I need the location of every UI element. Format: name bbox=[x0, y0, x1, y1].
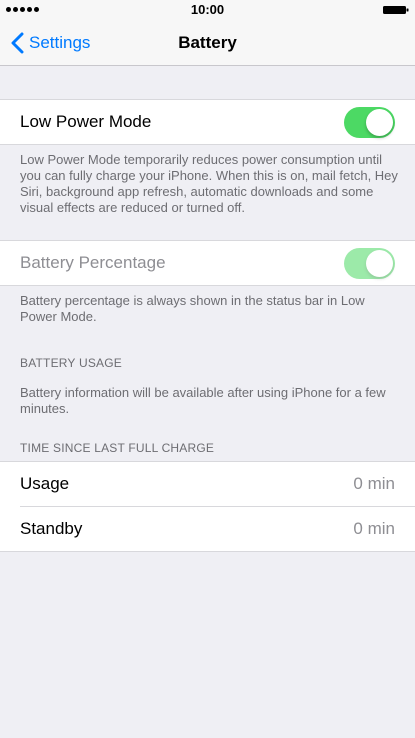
status-time: 10:00 bbox=[190, 2, 225, 17]
battery-usage-header: BATTERY USAGE bbox=[20, 356, 122, 370]
navigation-bar: Settings Battery bbox=[0, 20, 415, 66]
time-since-charge-group: Usage 0 min Standby 0 min bbox=[0, 461, 415, 552]
battery-percentage-group: Battery Percentage bbox=[0, 240, 415, 286]
time-since-charge-header: TIME SINCE LAST FULL CHARGE bbox=[20, 441, 215, 455]
battery-percentage-row: Battery Percentage bbox=[0, 241, 415, 285]
low-power-mode-label: Low Power Mode bbox=[20, 112, 152, 131]
usage-value: 0 min bbox=[353, 474, 395, 493]
battery-full-icon bbox=[383, 6, 409, 14]
battery-percentage-description: Battery percentage is always shown in th… bbox=[20, 293, 365, 324]
battery-usage-description: Battery information will be available af… bbox=[20, 385, 386, 416]
standby-value: 0 min bbox=[353, 519, 395, 538]
status-bar: 10:00 bbox=[0, 0, 415, 20]
standby-label: Standby bbox=[20, 519, 83, 538]
usage-label: Usage bbox=[20, 474, 70, 493]
toggle-knob bbox=[366, 250, 393, 277]
battery-percentage-label: Battery Percentage bbox=[20, 253, 166, 272]
page-title: Battery bbox=[178, 33, 237, 52]
low-power-mode-group: Low Power Mode bbox=[0, 99, 415, 145]
low-power-mode-row: Low Power Mode bbox=[0, 100, 415, 144]
toggle-knob bbox=[366, 109, 393, 136]
low-power-mode-toggle[interactable] bbox=[344, 107, 395, 138]
battery-percentage-toggle[interactable] bbox=[344, 248, 395, 279]
usage-row: Usage 0 min bbox=[0, 462, 415, 506]
low-power-mode-description: Low Power Mode temporarily reduces power… bbox=[20, 152, 398, 215]
standby-row: Standby 0 min bbox=[20, 506, 415, 551]
